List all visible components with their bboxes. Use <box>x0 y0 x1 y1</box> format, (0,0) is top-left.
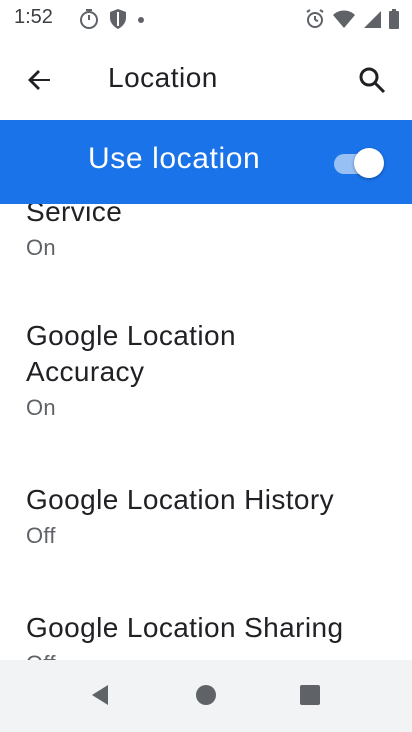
use-location-toggle[interactable] <box>330 146 384 180</box>
status-bar: 1:52 <box>0 0 412 40</box>
use-location-label: Use location <box>88 142 261 175</box>
nav-back-button[interactable] <box>88 682 114 708</box>
toggle-thumb <box>354 148 384 178</box>
list-item-location-history[interactable]: Google Location History Off <box>26 482 396 550</box>
nav-recents-icon <box>297 682 323 708</box>
nav-recents-button[interactable] <box>297 682 323 708</box>
list-item-service[interactable]: Service On <box>26 204 396 262</box>
list-item-subtitle: On <box>26 395 56 420</box>
wifi-icon <box>332 8 356 30</box>
nav-home-icon <box>193 682 219 708</box>
list-item-title-line1: Google Location <box>26 320 236 351</box>
dot-icon <box>136 8 146 30</box>
list-item-subtitle: Off <box>26 523 56 548</box>
nav-back-icon <box>88 682 114 708</box>
list-item-location-sharing[interactable]: Google Location Sharing Off <box>26 610 396 660</box>
timer-icon <box>78 8 100 30</box>
list-item-title: Google Location Sharing <box>26 612 344 643</box>
shield-icon <box>108 8 128 30</box>
list-item-subtitle: On <box>26 235 56 260</box>
location-settings-list: Service On Google Location Accuracy On G… <box>0 204 412 660</box>
search-icon <box>354 62 390 98</box>
list-item-title: Google Location History <box>26 484 335 515</box>
system-nav-bar <box>0 660 412 732</box>
alarm-icon <box>304 8 326 30</box>
app-bar: Location <box>0 40 412 120</box>
battery-icon <box>388 8 400 30</box>
cell-signal-icon <box>362 8 382 30</box>
list-item-title: Service <box>26 204 123 227</box>
list-item-subtitle: Off <box>26 650 396 660</box>
back-arrow-icon <box>22 62 58 98</box>
status-right-icons <box>304 8 400 30</box>
search-button[interactable] <box>354 62 390 98</box>
nav-home-button[interactable] <box>193 682 219 708</box>
page-title: Location <box>108 62 218 93</box>
status-time: 1:52 <box>14 6 53 28</box>
list-item-title-line2: Accuracy <box>26 356 145 387</box>
status-left-icons <box>78 8 146 30</box>
list-item-location-accuracy[interactable]: Google Location Accuracy On <box>26 318 396 422</box>
back-button[interactable] <box>22 62 58 98</box>
